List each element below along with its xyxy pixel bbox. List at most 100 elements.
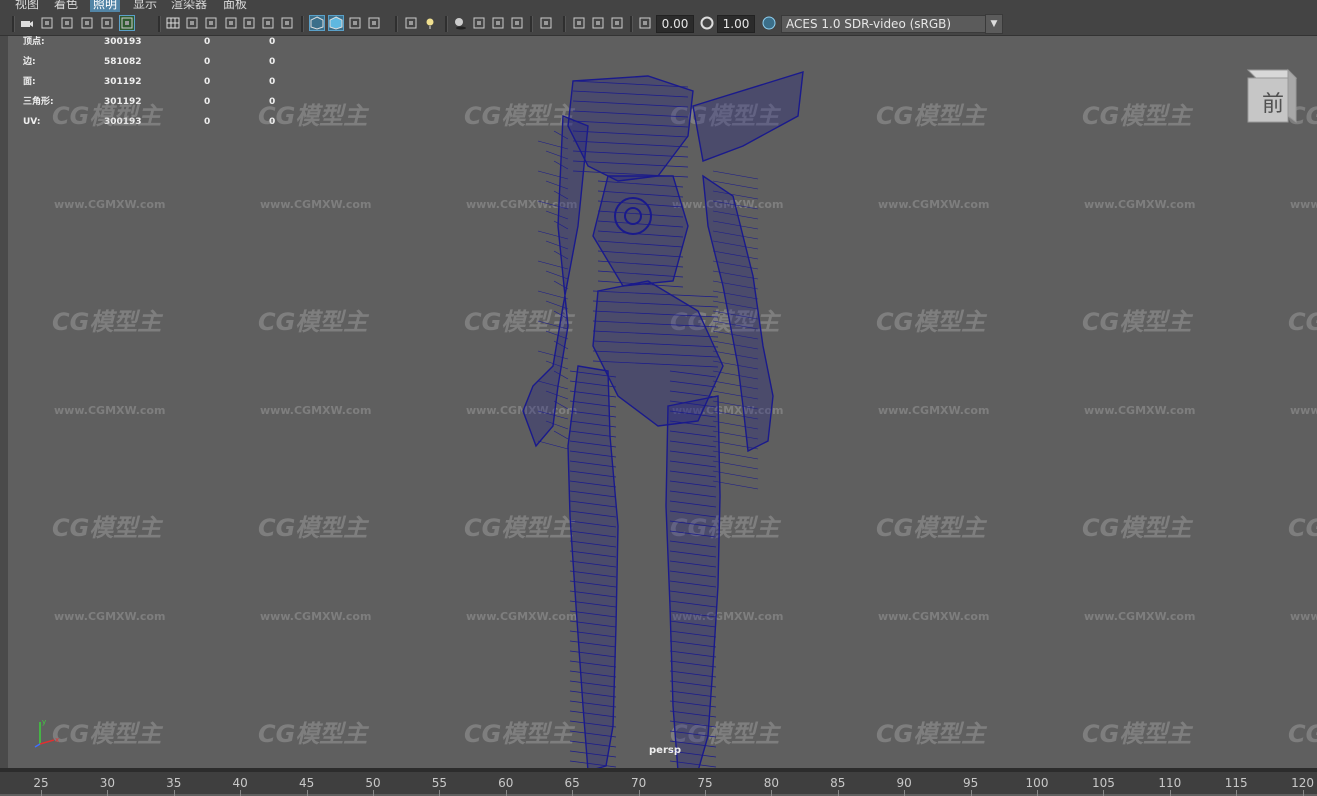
dropdown-arrow-icon[interactable]: ▼ bbox=[985, 14, 1003, 34]
hud-label: 边: bbox=[23, 57, 36, 67]
timeline-tick-label: 55 bbox=[431, 776, 448, 790]
watermark-logo: CG模型主 bbox=[52, 514, 162, 542]
use-all-lights-icon[interactable] bbox=[423, 16, 437, 30]
resolution-gate-icon[interactable] bbox=[204, 16, 218, 30]
wire-edge bbox=[537, 440, 569, 450]
svg-text:y: y bbox=[42, 718, 46, 726]
grease-pencil-icon[interactable] bbox=[119, 15, 135, 31]
viewcube-face-label: 前 bbox=[1261, 92, 1284, 117]
color-management-icon[interactable] bbox=[762, 16, 776, 30]
viewport-menubar: 视图 着色 照明 显示 渲染器 面板 bbox=[0, 0, 1317, 12]
timeline-tick-label: 45 bbox=[298, 776, 315, 790]
exposure-icon[interactable] bbox=[700, 16, 714, 30]
timeline-tick-label: 80 bbox=[763, 776, 780, 790]
timeline-tick-label: 115 bbox=[1224, 776, 1248, 790]
anti-aliasing-icon[interactable] bbox=[510, 16, 524, 30]
toolbar-separator bbox=[395, 16, 398, 32]
viewport-toolbar: 0.00 1.00 ACES 1.0 SDR-video (sRGB) ▼ bbox=[0, 12, 1317, 36]
timeline-tick bbox=[373, 790, 374, 796]
watermark-url: www.CGMXW.com bbox=[54, 610, 166, 623]
timeline-tick bbox=[107, 790, 109, 796]
gamma-field[interactable]: 1.00 bbox=[717, 15, 755, 33]
hud-v1: 300193 bbox=[104, 37, 142, 47]
watermark-logo: CG模型主 bbox=[1082, 308, 1192, 336]
hud-v2: 0 bbox=[204, 77, 211, 87]
watermark-url: www.CGMXW.com bbox=[1084, 198, 1196, 211]
flat-shade-icon[interactable] bbox=[348, 16, 362, 30]
motion-blur-icon[interactable] bbox=[491, 16, 505, 30]
menu-item[interactable]: 视图 bbox=[12, 0, 42, 12]
xray-icon[interactable] bbox=[539, 16, 553, 30]
watermark-logo: CG模型主 bbox=[1082, 514, 1192, 542]
menu-item[interactable]: 着色 bbox=[51, 0, 81, 12]
toolbar-separator bbox=[158, 16, 161, 32]
watermark-url: www.CGMXW.com bbox=[878, 404, 990, 417]
wireframe-robot-model[interactable] bbox=[498, 66, 828, 768]
toolbar-separator bbox=[12, 16, 15, 32]
watermark-url: www.CGMXW.com bbox=[878, 610, 990, 623]
timeline-tick-label: 65 bbox=[564, 776, 580, 790]
timeline-tick bbox=[771, 790, 773, 796]
watermark-logo: CG模型主 bbox=[876, 308, 986, 336]
toolbar-separator bbox=[301, 16, 304, 32]
hud-v3: 0 bbox=[269, 37, 276, 47]
ambient-occlusion-icon[interactable] bbox=[472, 16, 486, 30]
toolbar-separator bbox=[563, 16, 566, 32]
smooth-shade-icon[interactable] bbox=[328, 15, 344, 31]
safe-title-icon[interactable] bbox=[280, 16, 294, 30]
textured-icon[interactable] bbox=[404, 16, 418, 30]
left-panel-edge bbox=[0, 36, 8, 768]
menu-item[interactable]: 照明 bbox=[90, 0, 121, 12]
hud-v1: 581082 bbox=[104, 57, 142, 67]
backface-culling-icon[interactable] bbox=[610, 16, 624, 30]
menu-item[interactable]: 渲染器 bbox=[168, 0, 210, 12]
axis-gizmo-icon: y x bbox=[34, 718, 59, 748]
watermark-url: www.CGMXW.com bbox=[1084, 610, 1196, 623]
timeline-tick bbox=[837, 790, 839, 796]
timeline-tick-label: 95 bbox=[962, 776, 979, 790]
menu-item[interactable]: 面板 bbox=[220, 0, 250, 12]
grid-icon[interactable] bbox=[166, 16, 180, 30]
film-gate-icon[interactable] bbox=[185, 16, 199, 30]
xray-joints-icon[interactable] bbox=[591, 16, 605, 30]
field-chart-icon[interactable] bbox=[242, 16, 256, 30]
hud-v2: 0 bbox=[204, 57, 211, 67]
safe-action-icon[interactable] bbox=[261, 16, 275, 30]
timeline-tick-label: 40 bbox=[232, 776, 248, 790]
select-camera-icon[interactable] bbox=[20, 16, 34, 30]
shadows-icon[interactable] bbox=[453, 16, 467, 30]
timeline-tick-label: 50 bbox=[365, 776, 381, 790]
watermark-url: www.CGMXW.com bbox=[260, 404, 372, 417]
bookmarks-icon[interactable] bbox=[60, 16, 74, 30]
toolbar-separator bbox=[445, 16, 448, 32]
wing-mesh bbox=[692, 71, 804, 162]
timeline-tick bbox=[1302, 790, 1304, 796]
watermark-logo: CG模型主 bbox=[258, 308, 368, 336]
timeline-tick-label: 25 bbox=[33, 776, 49, 790]
colorspace-dropdown[interactable]: ACES 1.0 SDR-video (sRGB) bbox=[781, 15, 987, 33]
isolate-select-icon[interactable] bbox=[572, 16, 586, 30]
timeline-tick bbox=[505, 790, 507, 796]
watermark-logo: CG模型主 bbox=[876, 514, 986, 542]
frame-selected-icon[interactable] bbox=[638, 16, 652, 30]
timeline-tick-label: 60 bbox=[498, 776, 514, 790]
hud-v2: 0 bbox=[204, 37, 211, 47]
timeline-tick bbox=[572, 790, 574, 796]
wireframe-icon[interactable] bbox=[309, 15, 325, 31]
timeline-tick bbox=[1103, 790, 1105, 796]
camera-name-label: persp bbox=[649, 745, 681, 756]
timeline-tick-label: 70 bbox=[630, 776, 647, 790]
image-plane-icon[interactable] bbox=[80, 16, 94, 30]
exposure-field[interactable]: 0.00 bbox=[656, 15, 694, 33]
bounding-box-icon[interactable] bbox=[367, 16, 381, 30]
gate-mask-icon[interactable] bbox=[224, 16, 238, 30]
menu-item[interactable]: 显示 bbox=[130, 0, 160, 12]
timeline-tick bbox=[705, 790, 706, 796]
timeline-tick bbox=[904, 790, 906, 796]
camera-attributes-icon[interactable] bbox=[40, 16, 54, 30]
2d-pan-zoom-icon[interactable] bbox=[100, 16, 114, 30]
timeline-tick bbox=[41, 790, 42, 796]
viewport-panel[interactable]: 顶点: 300193 0 0 边: 581082 0 0 面: 301192 0 0 三角形: 30119… bbox=[8, 36, 1317, 768]
timeline-tick-label: 30 bbox=[99, 776, 116, 790]
time-slider[interactable]: 25 30 35 40 45 50 55 60 65 70 75 80 85 90 95 100 105 110 1… bbox=[0, 768, 1317, 796]
